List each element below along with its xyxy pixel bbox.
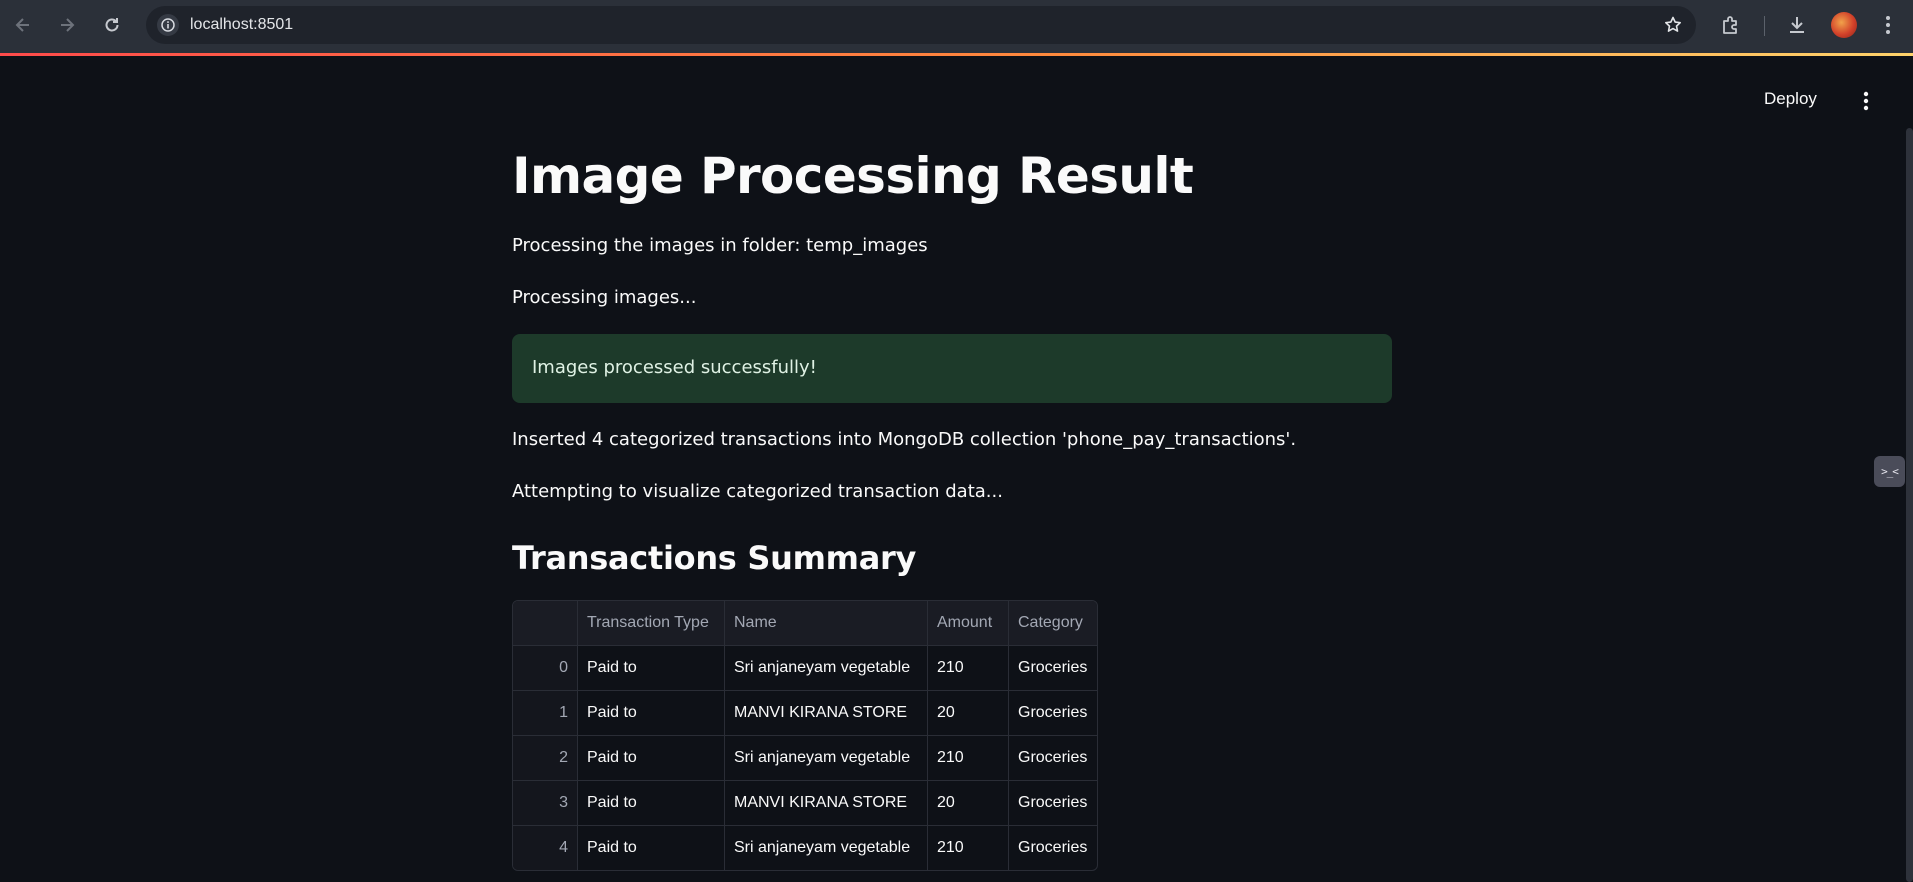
cell-name[interactable]: MANVI KIRANA STORE — [724, 691, 927, 735]
row-index: 3 — [513, 781, 577, 825]
cell-transaction-type[interactable]: Paid to — [577, 781, 724, 825]
cell-amount[interactable]: 210 — [927, 736, 1008, 780]
row-index: 0 — [513, 646, 577, 690]
column-header-category[interactable]: Category — [1008, 601, 1097, 645]
table-row: 1 Paid to MANVI KIRANA STORE 20 Grocerie… — [513, 690, 1097, 735]
row-index: 1 — [513, 691, 577, 735]
forward-icon[interactable] — [54, 12, 80, 38]
table-row: 3 Paid to MANVI KIRANA STORE 20 Grocerie… — [513, 780, 1097, 825]
info-icon[interactable] — [157, 14, 179, 36]
scrollbar[interactable] — [1906, 128, 1913, 882]
cell-amount[interactable]: 20 — [927, 781, 1008, 825]
cell-amount[interactable]: 210 — [927, 826, 1008, 870]
column-header-index[interactable] — [513, 601, 577, 645]
side-panel-handle-icon[interactable]: >_< — [1874, 456, 1905, 487]
extensions-icon[interactable] — [1718, 12, 1744, 38]
cell-name[interactable]: MANVI KIRANA STORE — [724, 781, 927, 825]
cell-name[interactable]: Sri anjaneyam vegetable — [724, 736, 927, 780]
toolbar-divider — [1764, 16, 1765, 36]
cell-name[interactable]: Sri anjaneyam vegetable — [724, 826, 927, 870]
page-title: Image Processing Result — [512, 147, 1194, 205]
table-row: 2 Paid to Sri anjaneyam vegetable 210 Gr… — [513, 735, 1097, 780]
more-vert-icon[interactable] — [1875, 12, 1901, 38]
transactions-table[interactable]: Transaction Type Name Amount Category 0 … — [512, 600, 1098, 871]
cell-category[interactable]: Groceries — [1008, 736, 1097, 780]
profile-avatar[interactable] — [1831, 12, 1857, 38]
cell-amount[interactable]: 20 — [927, 691, 1008, 735]
table-header-row: Transaction Type Name Amount Category — [513, 601, 1097, 645]
cell-name[interactable]: Sri anjaneyam vegetable — [724, 646, 927, 690]
summary-title: Transactions Summary — [512, 539, 917, 577]
inserted-text: Inserted 4 categorized transactions into… — [512, 429, 1297, 450]
url-text[interactable]: localhost:8501 — [190, 16, 293, 34]
row-index: 2 — [513, 736, 577, 780]
deploy-button[interactable]: Deploy — [1764, 89, 1817, 113]
cell-category[interactable]: Groceries — [1008, 646, 1097, 690]
back-icon[interactable] — [10, 12, 36, 38]
cell-category[interactable]: Groceries — [1008, 781, 1097, 825]
cell-transaction-type[interactable]: Paid to — [577, 826, 724, 870]
success-message: Images processed successfully! — [532, 357, 817, 378]
cell-transaction-type[interactable]: Paid to — [577, 646, 724, 690]
app-menu-icon[interactable] — [1856, 89, 1876, 113]
address-bar[interactable]: localhost:8501 — [146, 6, 1696, 44]
star-icon[interactable] — [1662, 14, 1684, 36]
table-row: 0 Paid to Sri anjaneyam vegetable 210 Gr… — [513, 645, 1097, 690]
column-header-transaction-type[interactable]: Transaction Type — [577, 601, 724, 645]
reload-icon[interactable] — [99, 12, 125, 38]
table-row: 4 Paid to Sri anjaneyam vegetable 210 Gr… — [513, 825, 1097, 870]
cell-transaction-type[interactable]: Paid to — [577, 736, 724, 780]
processing-text: Processing images... — [512, 287, 697, 308]
cell-amount[interactable]: 210 — [927, 646, 1008, 690]
row-index: 4 — [513, 826, 577, 870]
download-icon[interactable] — [1784, 12, 1810, 38]
cell-category[interactable]: Groceries — [1008, 691, 1097, 735]
column-header-name[interactable]: Name — [724, 601, 927, 645]
cell-category[interactable]: Groceries — [1008, 826, 1097, 870]
folder-text: Processing the images in folder: temp_im… — [512, 235, 928, 256]
cell-transaction-type[interactable]: Paid to — [577, 691, 724, 735]
success-alert: Images processed successfully! — [512, 334, 1392, 403]
page-loading-bar — [0, 53, 1913, 56]
visualize-text: Attempting to visualize categorized tran… — [512, 481, 1003, 502]
browser-toolbar: localhost:8501 — [0, 0, 1913, 53]
column-header-amount[interactable]: Amount — [927, 601, 1008, 645]
